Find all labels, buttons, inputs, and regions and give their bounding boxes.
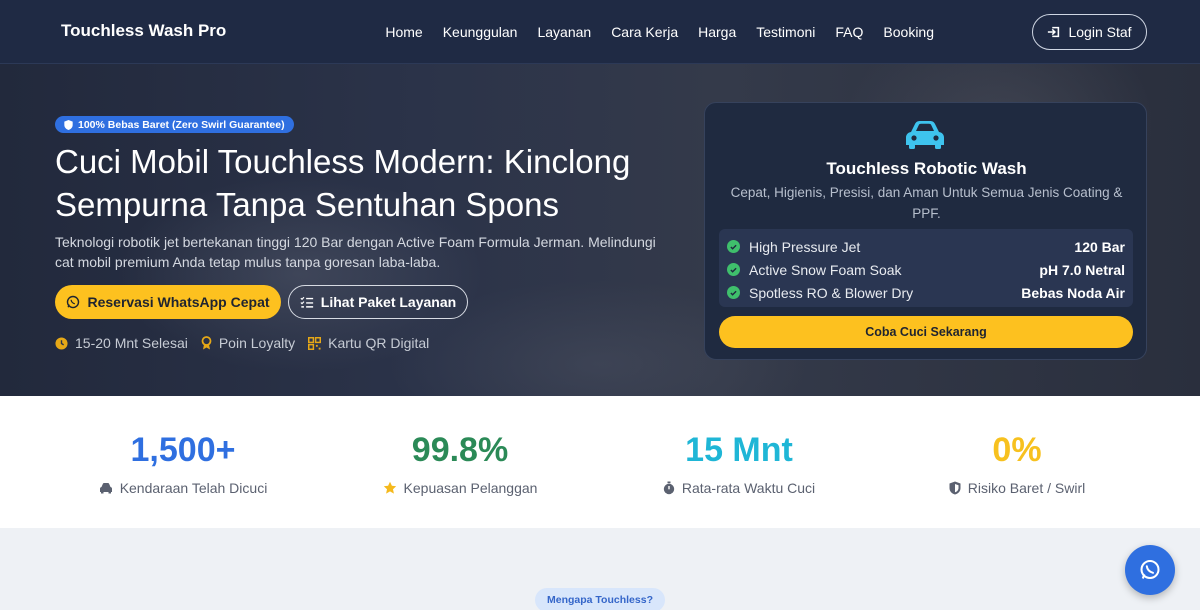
spec-value: Bebas Noda Air bbox=[1021, 284, 1125, 301]
car-icon bbox=[99, 483, 112, 494]
card-subtitle: Cepat, Higienis, Presisi, dan Aman Untuk… bbox=[715, 182, 1138, 224]
spec-value: 120 Bar bbox=[1074, 238, 1125, 255]
hero-lead-line-2: cat mobil premium Anda tetap mulus tanpa… bbox=[55, 254, 441, 270]
stat-label-row: Kepuasan Pelanggan bbox=[320, 480, 600, 496]
feature-qr: Kartu QR Digital bbox=[308, 335, 429, 351]
whatsapp-reservation-button[interactable]: Reservasi WhatsApp Cepat bbox=[55, 285, 281, 319]
card-subtitle-line-1: Cepat, Higienis, Presisi, dan Aman Untuk… bbox=[730, 185, 1123, 200]
award-icon bbox=[201, 336, 212, 350]
stat-value: 0% bbox=[992, 431, 1042, 469]
nav-item-cara-kerja[interactable]: Cara Kerja bbox=[611, 24, 678, 40]
spec-value: pH 7.0 Netral bbox=[1039, 261, 1125, 278]
stat-value: 99.8% bbox=[411, 431, 509, 469]
feature-loyalty: Poin Loyalty bbox=[201, 335, 295, 351]
whatsapp-icon bbox=[67, 295, 80, 309]
spec-label: High Pressure Jet bbox=[749, 238, 861, 255]
nav-item-home[interactable]: Home bbox=[385, 24, 422, 40]
check-circle-icon bbox=[727, 240, 740, 253]
view-packages-button[interactable]: Lihat Paket Layanan bbox=[288, 285, 468, 319]
stat-value: 1,500+ bbox=[130, 431, 236, 469]
clock-icon bbox=[55, 336, 68, 350]
nav-menu: Home Keunggulan Layanan Cara Kerja Harga… bbox=[385, 24, 934, 40]
robotic-wash-card: Touchless Robotic Wash Cepat, Higienis, … bbox=[704, 102, 1147, 360]
stat-label-row: Risiko Baret / Swirl bbox=[877, 480, 1157, 496]
brand-logo[interactable]: Touchless Wash Pro bbox=[61, 21, 226, 41]
feature-qr-label: Kartu QR Digital bbox=[328, 335, 430, 351]
stat-wash-time: 15 Mnt Rata-rata Waktu Cuci bbox=[599, 430, 879, 496]
whatsapp-button-label: Reservasi WhatsApp Cepat bbox=[87, 294, 270, 310]
nav-item-booking[interactable]: Booking bbox=[883, 24, 934, 40]
qrcode-icon bbox=[308, 336, 322, 350]
card-title: Touchless Robotic Wash bbox=[826, 159, 1027, 178]
whatsapp-floating-button[interactable] bbox=[1125, 545, 1175, 595]
stat-value: 15 Mnt bbox=[685, 431, 793, 469]
feature-duration-label: 15-20 Mnt Selesai bbox=[75, 335, 188, 351]
nav-item-faq[interactable]: FAQ bbox=[835, 24, 863, 40]
stat-scratch-risk: 0% Risiko Baret / Swirl bbox=[877, 430, 1157, 496]
feature-duration: 15-20 Mnt Selesai bbox=[55, 335, 188, 351]
stat-vehicles: 1,500+ Kendaraan Telah Dicuci bbox=[43, 430, 323, 496]
stats-section: 1,500+ Kendaraan Telah Dicuci 99.8% Kepu… bbox=[0, 396, 1200, 528]
check-circle-icon bbox=[727, 263, 740, 276]
stat-label-row: Rata-rata Waktu Cuci bbox=[599, 480, 879, 496]
shield-icon bbox=[949, 481, 961, 495]
nav-item-harga[interactable]: Harga bbox=[698, 24, 736, 40]
try-wash-button[interactable]: Coba Cuci Sekarang bbox=[719, 316, 1133, 348]
check-circle-icon bbox=[727, 286, 740, 299]
hero-features: 15-20 Mnt Selesai Poin Loyalty Kartu QR … bbox=[55, 335, 429, 351]
hero-lead: Teknologi robotik jet bertekanan tinggi … bbox=[55, 232, 685, 272]
guarantee-badge: 100% Bebas Baret (Zero Swirl Guarantee) bbox=[55, 116, 294, 133]
nav-item-keunggulan[interactable]: Keunggulan bbox=[443, 24, 518, 40]
hero-lead-line-1: Teknologi robotik jet bertekanan tinggi … bbox=[55, 234, 656, 250]
card-subtitle-line-2: PPF. bbox=[912, 206, 941, 221]
packages-button-label: Lihat Paket Layanan bbox=[320, 294, 457, 310]
stat-label: Rata-rata Waktu Cuci bbox=[681, 480, 816, 496]
top-navbar: Touchless Wash Pro Home Keunggulan Layan… bbox=[0, 0, 1200, 64]
spec-row: Spotless RO & Blower Dry Bebas Noda Air bbox=[727, 281, 1125, 304]
nav-item-layanan[interactable]: Layanan bbox=[537, 24, 591, 40]
spec-row: High Pressure Jet 120 Bar bbox=[727, 235, 1125, 258]
list-check-icon bbox=[300, 296, 313, 308]
star-icon bbox=[383, 481, 396, 494]
spec-label: Spotless RO & Blower Dry bbox=[749, 284, 914, 301]
spec-label: Active Snow Foam Soak bbox=[749, 261, 902, 278]
stat-label: Risiko Baret / Swirl bbox=[967, 480, 1086, 496]
car-icon bbox=[903, 119, 947, 156]
stat-label-row: Kendaraan Telah Dicuci bbox=[43, 480, 323, 496]
whatsapp-icon bbox=[1140, 560, 1160, 579]
stat-satisfaction: 99.8% Kepuasan Pelanggan bbox=[320, 430, 600, 496]
login-label: Login Staf bbox=[1068, 24, 1132, 40]
shield-icon bbox=[64, 119, 73, 130]
spec-list: High Pressure Jet 120 Bar Active Snow Fo… bbox=[719, 229, 1133, 307]
stat-label: Kendaraan Telah Dicuci bbox=[119, 480, 268, 496]
hero-title-line-2: Sempurna Tanpa Sentuhan Spons bbox=[55, 186, 559, 223]
hero-title-line-1: Cuci Mobil Touchless Modern: Kinclong bbox=[55, 143, 631, 180]
section-pill-why-touchless: Mengapa Touchless? bbox=[535, 588, 665, 610]
sign-in-icon bbox=[1048, 26, 1060, 38]
hero-title: Cuci Mobil Touchless Modern: Kinclong Se… bbox=[55, 140, 705, 226]
spec-row: Active Snow Foam Soak pH 7.0 Netral bbox=[727, 258, 1125, 281]
nav-item-testimoni[interactable]: Testimoni bbox=[756, 24, 815, 40]
stat-label: Kepuasan Pelanggan bbox=[403, 480, 538, 496]
feature-loyalty-label: Poin Loyalty bbox=[218, 335, 296, 351]
stopwatch-icon bbox=[663, 481, 675, 495]
login-staff-button[interactable]: Login Staf bbox=[1032, 14, 1147, 50]
badge-label: 100% Bebas Baret (Zero Swirl Guarantee) bbox=[78, 118, 285, 131]
